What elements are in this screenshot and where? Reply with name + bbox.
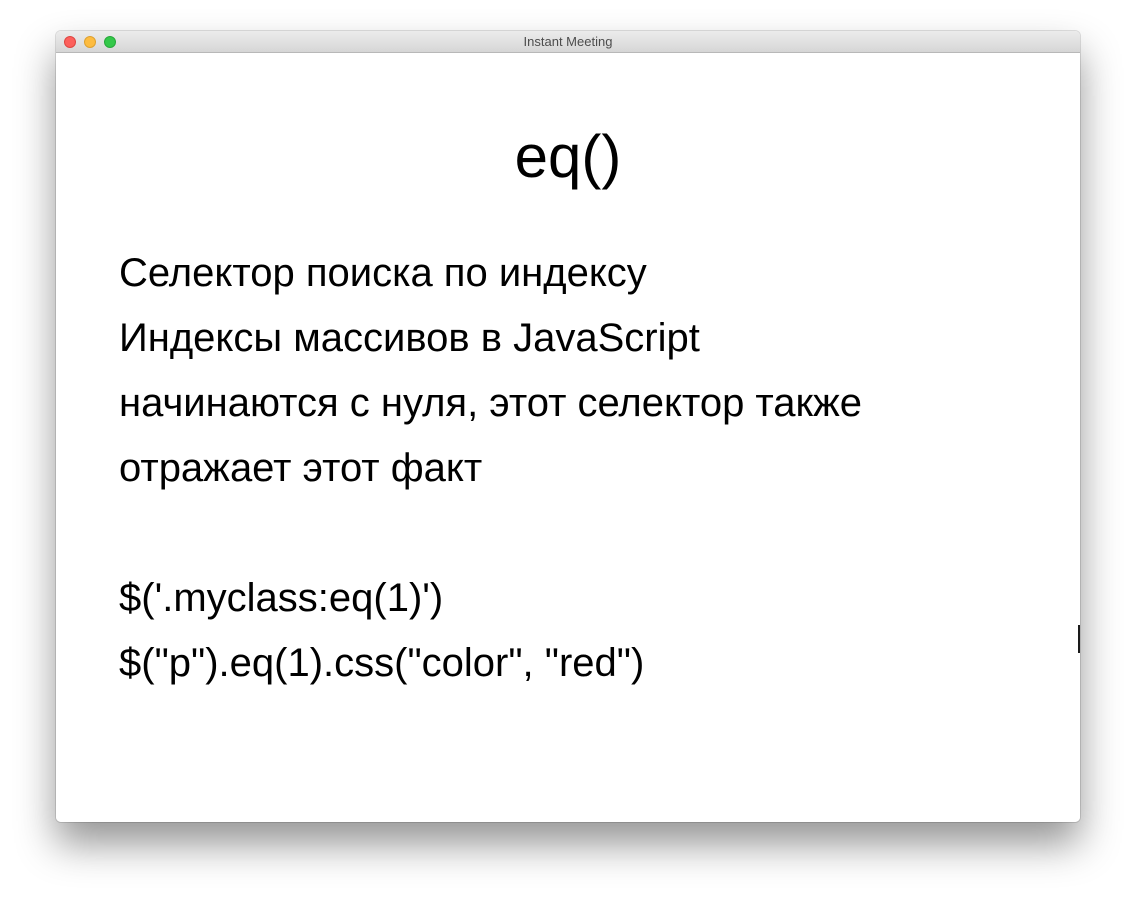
slide-title: eq() (514, 123, 622, 190)
text-cursor-icon (1078, 625, 1080, 653)
slide-body: Селектор поиска по индексу Индексы масси… (119, 241, 1039, 696)
slide-line-4: отражает этот факт (119, 446, 483, 490)
slide-line-1: Селектор поиска по индексу (119, 251, 647, 295)
title-bar[interactable]: Instant Meeting (56, 31, 1080, 53)
app-window: Instant Meeting eq() Селектор поиска по … (56, 31, 1080, 822)
slide-code-line-2: $("p").eq(1).css("color", "red") (119, 641, 645, 685)
window-title: Instant Meeting (523, 34, 613, 49)
slide-line-2: Индексы массивов в JavaScript (119, 316, 700, 360)
slide-line-3: начинаются с нуля, этот селектор также (119, 381, 863, 425)
slide-canvas: eq() Селектор поиска по индексу Индексы … (56, 53, 1080, 822)
slide-code-line-1: $('.myclass:eq(1)') (119, 576, 444, 620)
slide-line-blank (119, 501, 1039, 566)
